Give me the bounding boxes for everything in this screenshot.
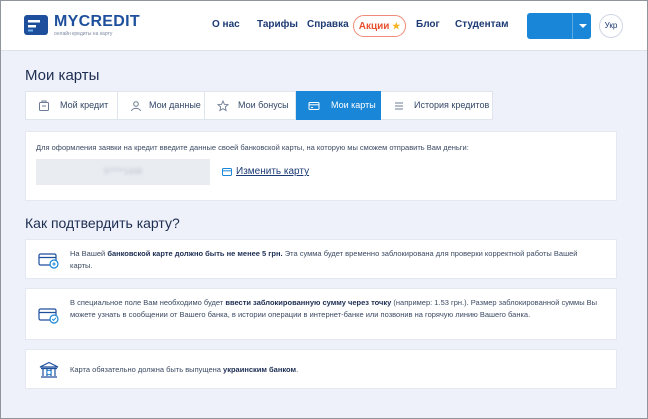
info-text: На Вашей банковской карте должно быть не… bbox=[70, 248, 600, 271]
section-title: Как подтвердить карту? bbox=[25, 215, 180, 231]
card-instruction: Для оформления заявки на кредит введите … bbox=[36, 143, 469, 152]
info-item-blocked-sum: В специальное поле Вам необходимо будет … bbox=[25, 288, 617, 340]
site-header: MYCREDIT онлайн кредиты на карту О нас Т… bbox=[1, 1, 647, 51]
text-bold: банковской карте должно быть не менее 5 … bbox=[107, 249, 283, 258]
chevron-down-icon[interactable] bbox=[579, 24, 587, 28]
cabinet-divider bbox=[572, 13, 573, 39]
user-icon bbox=[131, 101, 141, 112]
info-text: Карта обязательно должна быть выпущена у… bbox=[70, 364, 600, 376]
text-part: Карта обязательно должна быть выпущена bbox=[70, 365, 224, 374]
browser-viewport: MYCREDIT онлайн кредиты на карту О нас Т… bbox=[1, 1, 647, 418]
change-card-label: Изменить карту bbox=[236, 166, 310, 177]
account-tabs: Мой кредит Мои данные Мои бонусы Мои кар… bbox=[25, 91, 493, 120]
cabinet-button[interactable] bbox=[527, 13, 591, 39]
tab-label: Мои данные bbox=[149, 100, 201, 110]
nav-tariffs[interactable]: Тарифы bbox=[257, 19, 298, 31]
nav-blog[interactable]: Блог bbox=[416, 19, 440, 31]
bank-icon bbox=[39, 361, 59, 378]
info-item-ukrainian-bank: Карта обязательно должна быть выпущена у… bbox=[25, 349, 617, 389]
nav-help[interactable]: Справка bbox=[307, 19, 349, 31]
masked-card-number: 5*****1448 bbox=[36, 159, 210, 185]
promo-button[interactable]: Акции ★ bbox=[353, 15, 406, 37]
masked-card-text: 5*****1448 bbox=[104, 167, 142, 176]
tab-label: Мой кредит bbox=[60, 100, 109, 110]
list-icon bbox=[395, 102, 403, 110]
tab-my-cards[interactable]: Мои карты bbox=[296, 91, 381, 120]
card-money-icon bbox=[38, 253, 59, 269]
text-part: . bbox=[296, 365, 299, 374]
card-panel: Для оформления заявки на кредит введите … bbox=[25, 131, 617, 201]
card-input-icon bbox=[38, 308, 59, 324]
language-switch[interactable]: Укр bbox=[599, 14, 623, 38]
tab-label: История кредитов bbox=[414, 100, 490, 110]
text-bold: ввести заблокированную сумму через точку bbox=[225, 298, 392, 307]
card-icon bbox=[222, 168, 232, 176]
info-text: В специальное поле Вам необходимо будет … bbox=[70, 297, 600, 320]
star-icon: ★ bbox=[392, 21, 401, 31]
text-part: На Вашей bbox=[70, 249, 108, 258]
tab-my-bonuses[interactable]: Мои бонусы bbox=[205, 92, 296, 119]
text-part: В специальное поле Вам необходимо будет bbox=[70, 298, 226, 307]
cards-icon bbox=[308, 102, 320, 110]
info-item-min-balance: На Вашей банковской карте должно быть не… bbox=[25, 239, 617, 279]
tab-label: Мои карты bbox=[331, 100, 376, 110]
page-title: Мои карты bbox=[25, 67, 100, 84]
logo-name: MYCREDIT bbox=[54, 13, 140, 30]
tab-my-data[interactable]: Мои данные bbox=[118, 92, 205, 119]
nav-students[interactable]: Студентам bbox=[455, 19, 509, 31]
credit-card-icon bbox=[39, 100, 49, 111]
star-icon bbox=[217, 100, 229, 112]
logo-tagline: онлайн кредиты на карту bbox=[54, 31, 113, 37]
tab-label: Мои бонусы bbox=[238, 100, 289, 110]
promo-label: Акции bbox=[358, 21, 390, 32]
nav-about[interactable]: О нас bbox=[212, 19, 240, 31]
text-bold: украинским банком bbox=[223, 365, 297, 374]
logo-mark-icon bbox=[24, 15, 48, 35]
logo[interactable]: MYCREDIT онлайн кредиты на карту bbox=[24, 13, 174, 39]
tab-my-credit[interactable]: Мой кредит bbox=[26, 92, 118, 119]
tab-credit-history[interactable]: История кредитов bbox=[381, 92, 492, 119]
